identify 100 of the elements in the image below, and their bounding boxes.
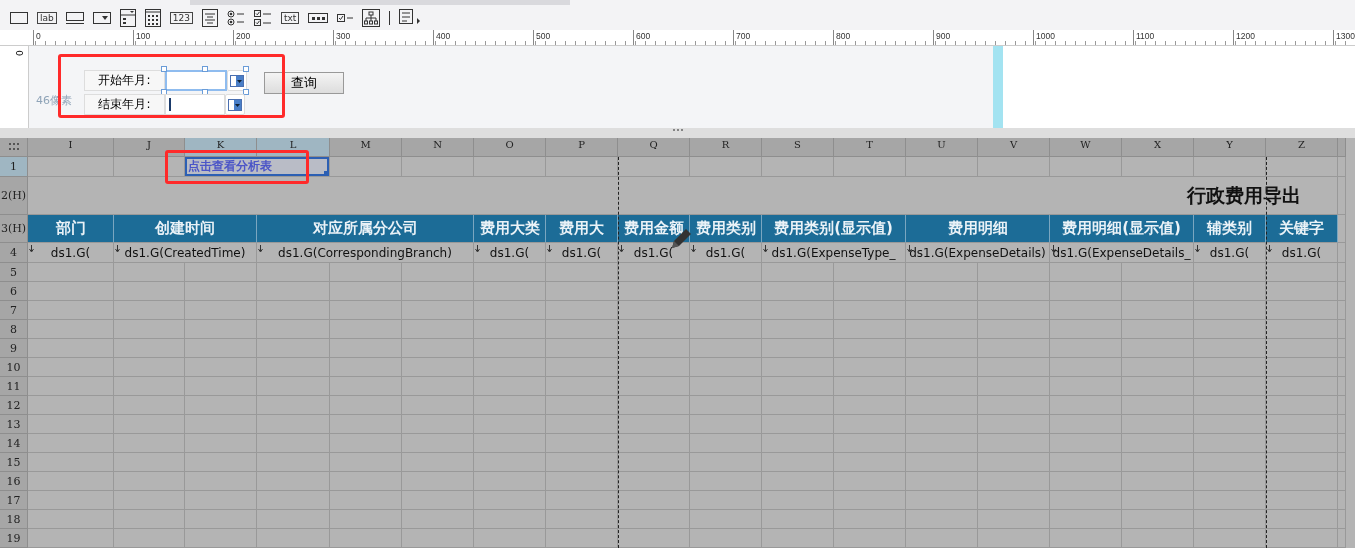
column-header[interactable]: O — [474, 138, 546, 157]
table-cell — [618, 491, 690, 510]
row-header[interactable]: 13 — [0, 415, 28, 434]
table-cell — [618, 358, 690, 377]
table-cell — [1194, 157, 1266, 177]
column-header[interactable]: S — [762, 138, 834, 157]
row-header[interactable]: 5 — [0, 263, 28, 282]
row-header[interactable]: 14 — [0, 434, 28, 453]
radio-widget-button[interactable] — [226, 7, 245, 28]
row-header[interactable]: 18 — [0, 510, 28, 529]
row-header[interactable]: 3(H) — [0, 215, 28, 243]
date-field[interactable] — [165, 94, 225, 115]
table-cell — [185, 510, 257, 529]
textarea-widget-button[interactable] — [201, 7, 218, 28]
ruler-label: 0 — [33, 30, 133, 45]
table-cell — [834, 529, 906, 548]
dropdown-button[interactable] — [225, 94, 245, 115]
list-widget-button[interactable] — [119, 7, 136, 28]
dropdown-icon — [228, 98, 242, 111]
text-widget-button[interactable]: lab — [37, 11, 57, 24]
table-cell — [114, 529, 185, 548]
column-header[interactable]: U — [906, 138, 978, 157]
table-cell — [1266, 510, 1338, 529]
ruler-label: 200 — [233, 30, 333, 45]
column-header[interactable]: Z — [1266, 138, 1338, 157]
column-header[interactable]: Q — [618, 138, 690, 157]
row-header[interactable]: 6 — [0, 282, 28, 301]
table-cell — [762, 434, 834, 453]
header-cell: 辅类别 — [1194, 215, 1266, 243]
table-cell — [834, 157, 906, 177]
header-cell: 费用大类 — [474, 215, 546, 243]
table-cell — [834, 472, 906, 491]
table-cell — [474, 282, 546, 301]
table-cell — [546, 434, 618, 453]
table-cell — [1050, 529, 1122, 548]
row-header[interactable]: 17 — [0, 491, 28, 510]
text-widget-button[interactable]: 123 — [169, 11, 193, 24]
formula-cell: ds1.G(CorrespondingBranch) — [257, 243, 474, 263]
table-cell — [1050, 510, 1122, 529]
date-field[interactable] — [165, 70, 227, 91]
column-header[interactable]: W — [1050, 138, 1122, 157]
table-cell — [1266, 453, 1338, 472]
form-list-icon — [399, 8, 422, 27]
table-cell — [978, 320, 1050, 339]
ruler-label: 1300 — [1333, 30, 1355, 45]
dropdown-button[interactable] — [227, 70, 247, 91]
row-header[interactable]: 4 — [0, 243, 28, 263]
table-cell — [185, 453, 257, 472]
header-cell: 对应所属分公司 — [257, 215, 474, 243]
table-cell — [690, 415, 762, 434]
text-widget-button[interactable]: txt — [280, 11, 300, 24]
table-cell — [690, 157, 762, 177]
row-header[interactable]: 19 — [0, 529, 28, 548]
row-header[interactable]: 10 — [0, 358, 28, 377]
tree-widget-button[interactable] — [362, 7, 381, 28]
column-header[interactable]: R — [690, 138, 762, 157]
column-header[interactable]: J — [114, 138, 185, 157]
query-button[interactable]: 查询 — [264, 72, 344, 94]
column-header[interactable]: X — [1122, 138, 1194, 157]
row-header[interactable]: 11 — [0, 377, 28, 396]
table-cell — [185, 339, 257, 358]
table-cell — [690, 434, 762, 453]
formula-cell: ds1.G( — [690, 243, 762, 263]
checkbox-icon — [337, 13, 354, 22]
column-header[interactable]: Y — [1194, 138, 1266, 157]
column-header[interactable]: P — [546, 138, 618, 157]
table-cell — [978, 529, 1050, 548]
dropdown-icon — [230, 74, 244, 87]
table-cell — [402, 157, 474, 177]
select-all-corner[interactable] — [0, 138, 28, 157]
table-cell — [185, 377, 257, 396]
row-header[interactable]: 7 — [0, 301, 28, 320]
row-header[interactable]: 9 — [0, 339, 28, 358]
calendar-widget-button[interactable] — [144, 7, 161, 28]
column-header[interactable]: T — [834, 138, 906, 157]
row-header[interactable]: 15 — [0, 453, 28, 472]
checkgroup-widget-button[interactable] — [253, 7, 272, 28]
table-cell — [1194, 415, 1266, 434]
column-header[interactable]: M — [330, 138, 402, 157]
table-cell — [330, 529, 402, 548]
row-header[interactable]: 12 — [0, 396, 28, 415]
column-header[interactable]: I — [28, 138, 114, 157]
table-cell — [1122, 415, 1194, 434]
selection-handles[interactable] — [161, 66, 249, 95]
column-header[interactable]: N — [402, 138, 474, 157]
scrollbar[interactable] — [190, 0, 570, 5]
table-cell — [618, 510, 690, 529]
table-cell — [474, 453, 546, 472]
column-header[interactable]: V — [978, 138, 1050, 157]
row-header[interactable]: 1 — [0, 157, 28, 177]
header-cell: 部门 — [28, 215, 114, 243]
table-cell — [474, 301, 546, 320]
expand-down-arrow-icon — [907, 245, 912, 253]
row-header[interactable]: 16 — [0, 472, 28, 491]
table-cell — [546, 491, 618, 510]
row-header[interactable]: 2(H) — [0, 177, 28, 215]
row-header[interactable]: 8 — [0, 320, 28, 339]
table-cell — [402, 320, 474, 339]
grip-handle-icon[interactable] — [671, 128, 684, 132]
expand-down-arrow-icon — [29, 245, 34, 253]
